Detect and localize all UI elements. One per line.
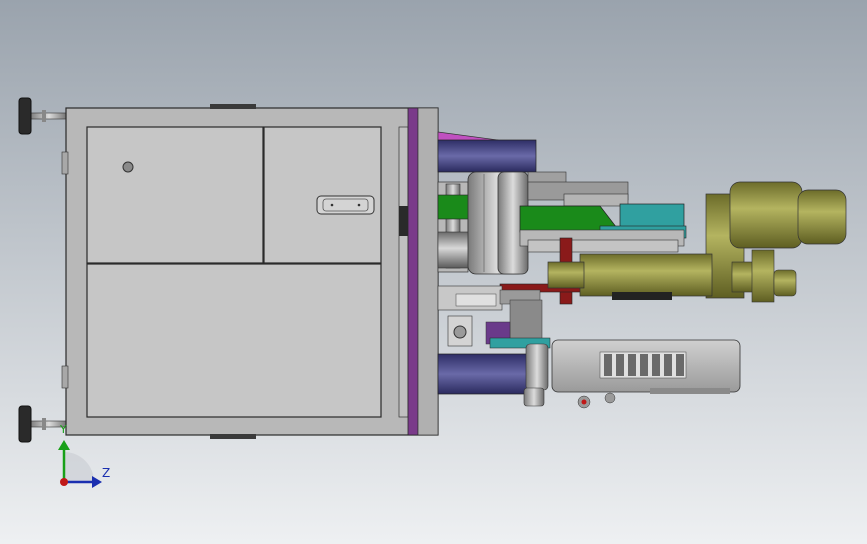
cabinet-right-rail-dark [399, 206, 408, 236]
panel-lower[interactable] [86, 263, 382, 418]
mounting-plate-purple[interactable] [407, 107, 419, 436]
door-handle[interactable] [316, 195, 375, 215]
navy-tube-top[interactable] [437, 139, 537, 173]
cabinet-assembly[interactable] [18, 97, 439, 443]
cabinet-bottom-strip [210, 434, 256, 439]
triad-origin [60, 478, 68, 486]
pump-port-marker [581, 399, 587, 405]
linkage-insert [455, 293, 497, 307]
mounting-plate-back [417, 107, 439, 436]
y-axis-label: Y [60, 423, 67, 436]
grey-rail-low[interactable] [527, 239, 679, 253]
cabinet-right-rail [398, 126, 409, 418]
panel-upper-left[interactable] [86, 126, 264, 264]
bearing-hole [453, 325, 467, 339]
pump-port-2 [604, 392, 616, 404]
pump-base [650, 388, 730, 394]
z-axis-label: Z [102, 466, 111, 480]
panel-lock-knob[interactable] [122, 161, 134, 173]
main-flange[interactable] [467, 171, 529, 275]
panel-upper-right[interactable] [263, 126, 382, 264]
navy-tube-bottom[interactable] [437, 353, 539, 395]
cabinet-top-strip [210, 104, 256, 109]
cabinet-side-notch-top [61, 151, 69, 175]
upper-plate-3[interactable] [563, 193, 629, 207]
cabinet-side-notch-bottom [61, 365, 69, 389]
cad-viewport[interactable] [0, 0, 867, 544]
cooling-fins [604, 354, 684, 376]
vertical-guide [509, 299, 543, 341]
